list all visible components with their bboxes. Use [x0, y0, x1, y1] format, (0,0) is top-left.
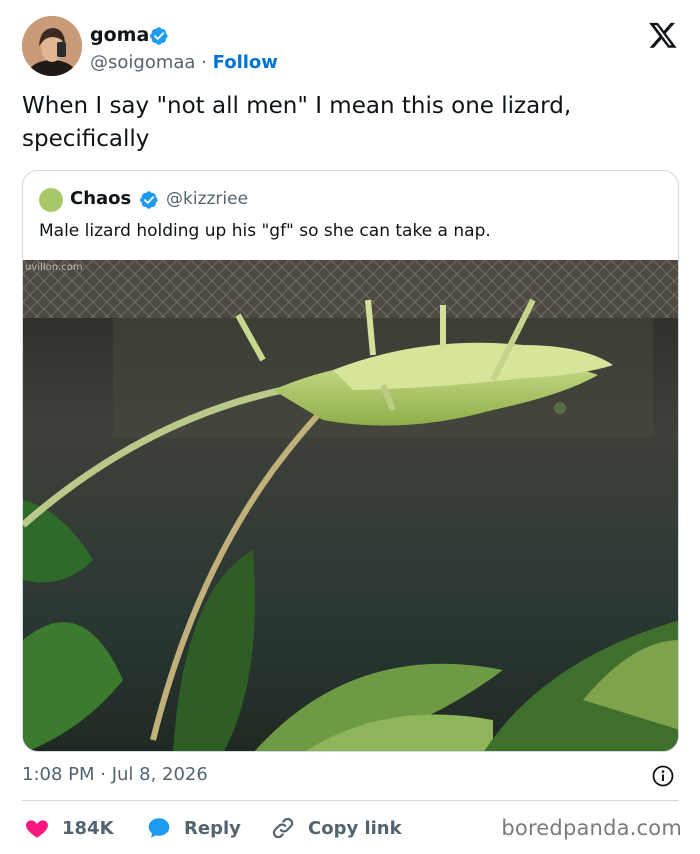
- tweet-timestamp[interactable]: 1:08 PM · Jul 8, 2026: [22, 764, 208, 785]
- like-count: 184K: [62, 817, 114, 839]
- quoted-author-handle[interactable]: @kizzriee: [166, 189, 248, 209]
- tweet-header: goma @soigomaa · Follow: [22, 16, 682, 78]
- heart-icon: [26, 820, 48, 838]
- verified-badge-icon: [140, 191, 158, 209]
- info-icon[interactable]: [651, 764, 675, 788]
- link-icon: [272, 817, 294, 839]
- reply-label: Reply: [184, 817, 241, 839]
- author-name[interactable]: goma: [90, 24, 149, 46]
- divider: [22, 800, 679, 801]
- lizard-photo[interactable]: uvillon.com: [23, 260, 678, 751]
- quoted-avatar[interactable]: [39, 188, 63, 212]
- author-handle[interactable]: @soigomaa: [90, 52, 195, 73]
- like-button[interactable]: 184K: [24, 812, 114, 844]
- quoted-author-name[interactable]: Chaos: [70, 188, 131, 209]
- copy-link-label: Copy link: [308, 817, 402, 839]
- follow-button[interactable]: Follow: [213, 52, 278, 73]
- copy-link-button[interactable]: Copy link: [270, 812, 402, 844]
- quoted-tweet-text: Male lizard holding up his "gf" so she c…: [39, 221, 491, 241]
- reply-bubble-icon: [148, 818, 170, 838]
- reply-button[interactable]: Reply: [146, 812, 241, 844]
- image-watermark: uvillon.com: [25, 262, 83, 273]
- site-watermark: boredpanda.com: [501, 816, 682, 840]
- verified-badge-icon: [150, 27, 168, 45]
- author-avatar[interactable]: [22, 16, 82, 76]
- tweet-text: When I say "not all men" I mean this one…: [22, 93, 572, 152]
- quoted-tweet[interactable]: Chaos @kizzriee Male lizard holding up h…: [22, 170, 679, 752]
- author-handle-row: @soigomaa · Follow: [90, 52, 278, 73]
- separator-dot: ·: [201, 52, 207, 73]
- x-logo-icon[interactable]: [648, 20, 678, 50]
